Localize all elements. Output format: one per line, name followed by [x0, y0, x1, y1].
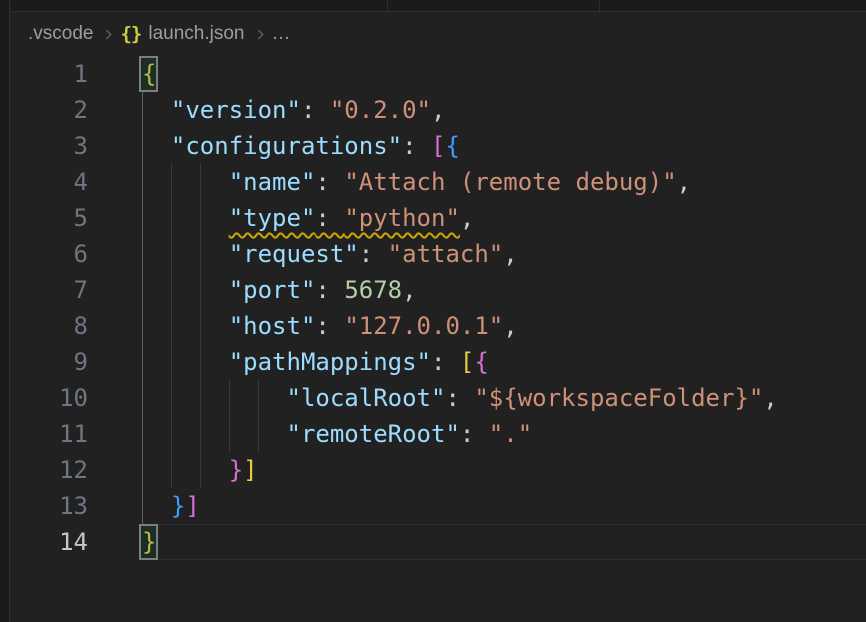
indent-guide [200, 452, 201, 488]
line-number[interactable]: 6 [11, 236, 88, 272]
line-number[interactable]: 5 [11, 200, 88, 236]
line-content[interactable]: "port": 5678, [88, 272, 866, 308]
line-number[interactable]: 4 [11, 164, 88, 200]
indent-guide [142, 308, 143, 344]
current-line-highlight [140, 524, 866, 560]
line-content[interactable]: "request": "attach", [88, 236, 866, 272]
line-number[interactable]: 1 [11, 56, 88, 92]
indent-guide [142, 344, 143, 380]
indent-guide [171, 272, 172, 308]
indent-guide [142, 200, 143, 236]
indent-guide [200, 380, 201, 416]
indent-guide [142, 164, 143, 200]
indent-guide [142, 92, 143, 128]
breadcrumb-folder[interactable]: .vscode [28, 23, 93, 45]
tab-separator [599, 0, 600, 12]
line-number[interactable]: 7 [11, 272, 88, 308]
code-line[interactable]: 10 "localRoot": "${workspaceFolder}", [11, 380, 866, 416]
indent-guide [171, 416, 172, 452]
code-lines: 1{2 "version": "0.2.0",3 "configurations… [11, 56, 866, 560]
code-line[interactable]: 6 "request": "attach", [11, 236, 866, 272]
editor-left-gutter-strip [0, 0, 10, 622]
code-line[interactable]: 9 "pathMappings": [{ [11, 344, 866, 380]
line-number[interactable]: 3 [11, 128, 88, 164]
indent-guide [200, 308, 201, 344]
breadcrumb: .vscode {} launch.json … [11, 13, 866, 55]
line-content[interactable]: }] [88, 488, 866, 524]
warning-squiggle-text: "type": "python" [229, 204, 460, 232]
line-content[interactable]: "pathMappings": [{ [88, 344, 866, 380]
code-line[interactable]: 2 "version": "0.2.0", [11, 92, 866, 128]
indent-guide [171, 344, 172, 380]
line-number[interactable]: 13 [11, 488, 88, 524]
indent-guide [171, 308, 172, 344]
line-content[interactable]: { [88, 56, 866, 92]
line-content[interactable]: "name": "Attach (remote debug)", [88, 164, 866, 200]
indent-guide [142, 236, 143, 272]
line-number[interactable]: 10 [11, 380, 88, 416]
vscode-editor-window: .vscode {} launch.json … 1{2 "version": … [0, 0, 866, 622]
code-line[interactable]: 3 "configurations": [{ [11, 128, 866, 164]
tab-bar [11, 0, 866, 12]
line-number[interactable]: 14 [11, 524, 88, 560]
chevron-right-icon [102, 29, 112, 39]
line-content[interactable]: }] [88, 452, 866, 488]
indent-guide [200, 164, 201, 200]
indent-guide [171, 164, 172, 200]
line-content[interactable]: "remoteRoot": "." [88, 416, 866, 452]
indent-guide [142, 128, 143, 164]
line-number[interactable]: 8 [11, 308, 88, 344]
line-content[interactable]: "type": "python", [88, 200, 866, 236]
indent-guide [142, 452, 143, 488]
line-number[interactable]: 2 [11, 92, 88, 128]
code-line[interactable]: 7 "port": 5678, [11, 272, 866, 308]
indent-guide [200, 344, 201, 380]
code-line[interactable]: 4 "name": "Attach (remote debug)", [11, 164, 866, 200]
indent-guide [142, 416, 143, 452]
indent-guide [171, 200, 172, 236]
code-line[interactable]: 12 }] [11, 452, 866, 488]
chevron-right-icon [253, 29, 263, 39]
code-line[interactable]: 14} [11, 524, 866, 560]
indent-guide [229, 416, 230, 452]
line-number[interactable]: 12 [11, 452, 88, 488]
indent-guide [171, 380, 172, 416]
code-line[interactable]: 13 }] [11, 488, 866, 524]
line-content[interactable]: "host": "127.0.0.1", [88, 308, 866, 344]
indent-guide [258, 416, 259, 452]
json-file-icon: {} [120, 23, 141, 45]
indent-guide [142, 380, 143, 416]
line-number[interactable]: 11 [11, 416, 88, 452]
line-content[interactable]: "version": "0.2.0", [88, 92, 866, 128]
indent-guide [171, 236, 172, 272]
indent-guide [171, 452, 172, 488]
line-content[interactable]: "configurations": [{ [88, 128, 866, 164]
indent-guide [200, 200, 201, 236]
indent-guide [258, 380, 259, 416]
code-line[interactable]: 8 "host": "127.0.0.1", [11, 308, 866, 344]
code-line[interactable]: 5 "type": "python", [11, 200, 866, 236]
breadcrumb-file[interactable]: launch.json [148, 23, 244, 45]
tab-separator [387, 0, 388, 12]
code-line[interactable]: 1{ [11, 56, 866, 92]
indent-guide [200, 416, 201, 452]
indent-guide [142, 488, 143, 524]
line-content[interactable]: "localRoot": "${workspaceFolder}", [88, 380, 866, 416]
code-line[interactable]: 11 "remoteRoot": "." [11, 416, 866, 452]
indent-guide [142, 272, 143, 308]
indent-guide [200, 272, 201, 308]
line-content[interactable]: } [88, 524, 866, 560]
indent-guide [229, 380, 230, 416]
indent-guide [200, 236, 201, 272]
line-number[interactable]: 9 [11, 344, 88, 380]
code-editor[interactable]: 1{2 "version": "0.2.0",3 "configurations… [11, 56, 866, 622]
breadcrumb-overflow[interactable]: … [272, 23, 291, 45]
